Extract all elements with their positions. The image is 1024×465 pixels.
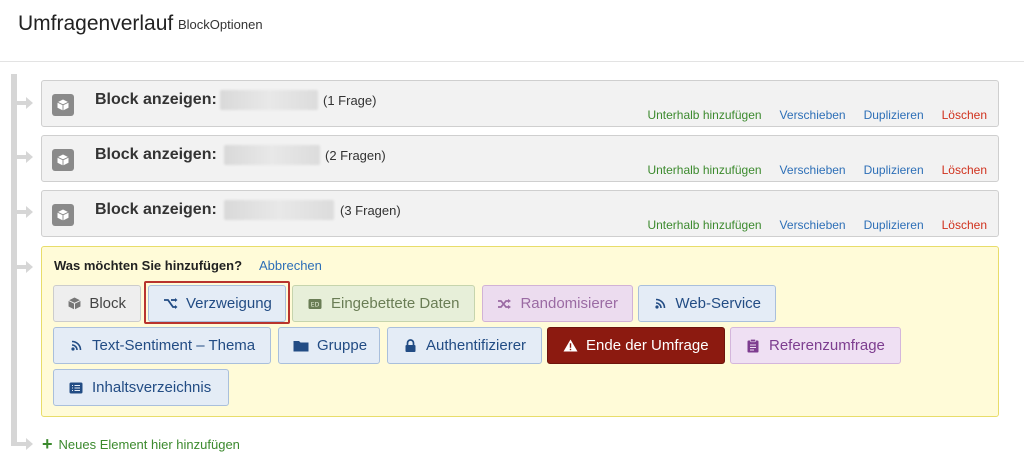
block-row[interactable]: Block anzeigen: (2 Fragen) Unterhalb hin… [41,135,999,182]
redacted-block-name [224,145,320,165]
option-reference-survey-button[interactable]: Referenzumfrage [730,327,901,364]
option-authenticator-button[interactable]: Authentifizierer [387,327,542,364]
flow-arrow-icon [26,206,33,218]
option-label: Text-Sentiment – Thema [92,337,256,354]
delete-link[interactable]: Löschen [942,218,987,232]
block-row[interactable]: Block anzeigen: (1 Frage) Unterhalb hinz… [41,80,999,127]
block-title: Block anzeigen: [95,201,217,218]
duplicate-link[interactable]: Duplizieren [864,163,924,177]
option-end-of-survey-button[interactable]: Ende der Umfrage [547,327,725,364]
clipboard-icon [745,338,761,354]
duplicate-link[interactable]: Duplizieren [864,108,924,122]
lock-icon [402,338,418,354]
svg-text:ED: ED [311,301,320,308]
cube-icon [68,296,81,312]
redacted-block-name [220,90,318,110]
option-table-of-contents-button[interactable]: Inhaltsverzeichnis [53,369,229,406]
block-question-count: (1 Frage) [323,93,377,108]
add-new-element-label: Neues Element hier hinzufügen [58,437,240,452]
cube-icon [52,94,74,116]
add-below-link[interactable]: Unterhalb hinzufügen [647,108,761,122]
block-question-count: (3 Fragen) [340,203,401,218]
redacted-block-name [224,200,334,220]
add-new-element-link[interactable]: + Neues Element hier hinzufügen [42,434,240,454]
move-link[interactable]: Verschieben [780,218,846,232]
move-link[interactable]: Verschieben [780,108,846,122]
page-title: Umfragenverlauf [18,12,174,35]
option-label: Eingebettete Daten [331,295,460,312]
option-label: Randomisierer [520,295,618,312]
option-label: Block [89,295,126,312]
rss-icon [68,338,84,354]
list-icon [68,380,84,396]
move-link[interactable]: Verschieben [780,163,846,177]
cube-icon [52,149,74,171]
flow-connector [11,74,17,446]
warning-icon [562,338,578,354]
add-below-link[interactable]: Unterhalb hinzufügen [647,163,761,177]
block-title: Block anzeigen: [95,91,217,108]
delete-link[interactable]: Löschen [942,163,987,177]
block-actions: Unterhalb hinzufügen Verschieben Duplizi… [629,163,987,177]
shuffle-icon [497,296,512,312]
flow-arrow-icon [26,151,33,163]
option-embedded-data-button[interactable]: ED Eingebettete Daten [292,285,475,322]
cancel-link[interactable]: Abbrechen [259,258,322,273]
option-label: Web-Service [675,295,761,312]
option-randomizer-button[interactable]: Randomisierer [482,285,633,322]
flow-arrow-icon [26,438,33,450]
folder-icon [293,338,309,354]
option-block-button[interactable]: Block [53,285,141,322]
option-text-sentiment-button[interactable]: Text-Sentiment – Thema [53,327,271,364]
option-label: Inhaltsverzeichnis [92,379,212,396]
page-subtitle: BlockOptionen [178,17,263,32]
option-label: Verzweigung [186,295,272,312]
cube-icon [52,204,74,226]
option-label: Gruppe [317,337,368,354]
embedded-data-icon: ED [307,296,323,312]
add-prompt: Was möchten Sie hinzufügen? [54,258,243,273]
block-actions: Unterhalb hinzufügen Verschieben Duplizi… [629,108,987,122]
option-label: Ende der Umfrage [586,337,709,354]
block-row[interactable]: Block anzeigen: (3 Fragen) Unterhalb hin… [41,190,999,237]
branch-icon [163,296,178,312]
duplicate-link[interactable]: Duplizieren [864,218,924,232]
option-web-service-button[interactable]: Web-Service [638,285,776,322]
plus-icon: + [42,434,53,454]
block-actions: Unterhalb hinzufügen Verschieben Duplizi… [629,218,987,232]
page-header: Umfragenverlauf BlockOptionen [0,0,1024,62]
add-element-panel: Was möchten Sie hinzufügen? Abbrechen Bl… [41,246,999,417]
option-group-button[interactable]: Gruppe [278,327,380,364]
rss-icon [653,296,667,312]
delete-link[interactable]: Löschen [942,108,987,122]
option-label: Authentifizierer [426,337,527,354]
block-title: Block anzeigen: [95,146,217,163]
add-below-link[interactable]: Unterhalb hinzufügen [647,218,761,232]
block-question-count: (2 Fragen) [325,148,386,163]
option-branch-button[interactable]: Verzweigung [148,285,286,322]
flow-arrow-icon [26,97,33,109]
flow-arrow-icon [26,261,33,273]
option-label: Referenzumfrage [769,337,885,354]
